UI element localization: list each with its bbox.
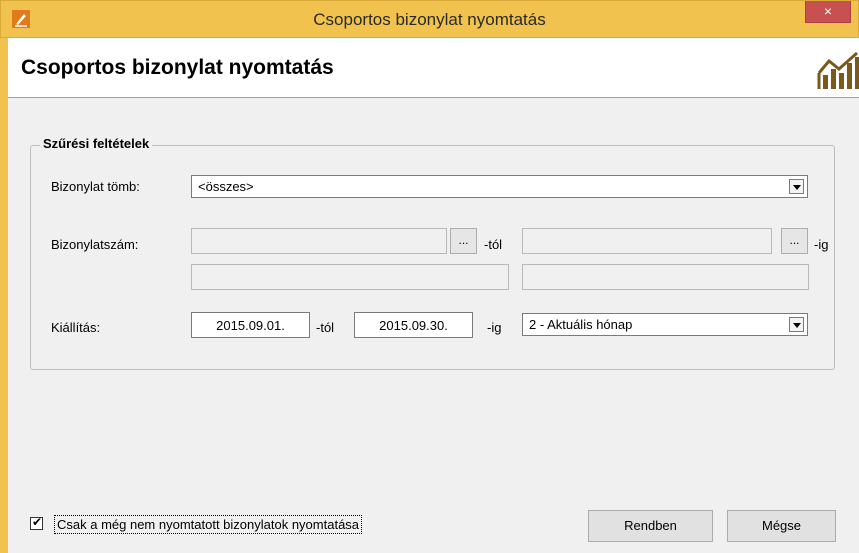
period-combo[interactable]: 2 - Aktuális hónap	[522, 313, 808, 336]
cancel-button[interactable]: Mégse	[727, 510, 836, 542]
title-bar: Csoportos bizonylat nyomtatás ×	[0, 0, 859, 38]
doc-number-to-browse-button[interactable]: ...	[781, 228, 808, 254]
doc-number-from-browse-button[interactable]: ...	[450, 228, 477, 254]
issue-label: Kiállítás:	[51, 320, 101, 335]
block-combo-value: <összes>	[198, 179, 254, 194]
issue-from-date-input[interactable]: 2015.09.01.	[191, 312, 310, 338]
chevron-down-icon[interactable]	[789, 179, 804, 194]
issue-from-suffix: -tól	[316, 320, 335, 335]
issue-from-date-value: 2015.09.01.	[216, 318, 285, 333]
doc-number-to-display	[522, 264, 809, 290]
block-label: Bizonylat tömb:	[51, 179, 140, 194]
filter-groupbox-title: Szűrési feltételek	[40, 136, 153, 151]
unprinted-only-label[interactable]: Csak a még nem nyomtatott bizonylatok ny…	[54, 515, 363, 534]
chevron-down-icon[interactable]	[789, 317, 804, 332]
window-title: Csoportos bizonylat nyomtatás	[313, 10, 546, 29]
dialog-header: Csoportos bizonylat nyomtatás	[8, 38, 859, 98]
doc-number-label: Bizonylatszám:	[51, 237, 139, 252]
doc-number-from-suffix: -tól	[484, 237, 503, 252]
unprinted-only-checkbox[interactable]	[30, 515, 43, 530]
window-frame	[0, 38, 8, 553]
block-combo[interactable]: <összes>	[191, 175, 808, 198]
doc-number-from-input[interactable]	[191, 228, 447, 254]
doc-number-from-display	[191, 264, 509, 290]
header-title: Csoportos bizonylat nyomtatás	[21, 56, 334, 79]
ok-button[interactable]: Rendben	[588, 510, 713, 542]
chart-icon	[817, 51, 859, 89]
period-combo-value: 2 - Aktuális hónap	[529, 317, 633, 332]
doc-number-to-suffix: -ig	[814, 237, 829, 252]
issue-to-date-value: 2015.09.30.	[379, 318, 448, 333]
close-button[interactable]: ×	[805, 1, 851, 23]
doc-number-to-input[interactable]	[522, 228, 772, 254]
issue-to-date-input[interactable]: 2015.09.30.	[354, 312, 473, 338]
issue-to-suffix: -ig	[487, 320, 502, 335]
